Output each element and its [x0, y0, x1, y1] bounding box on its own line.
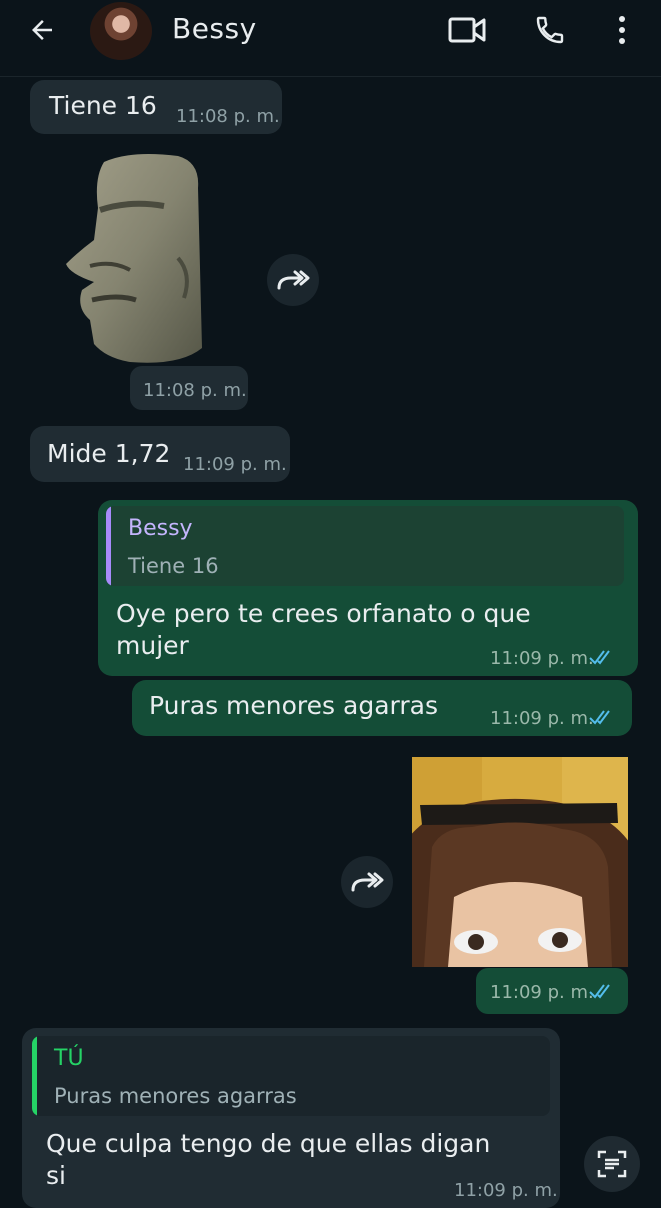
forward-icon — [351, 872, 384, 892]
selfie-image — [412, 757, 628, 967]
photo-message[interactable] — [412, 757, 628, 967]
outgoing-message[interactable]: Puras menores agarras 11:09 p. m. — [132, 680, 632, 736]
message-text-line: si — [46, 1161, 66, 1190]
photo-time: 11:09 p. m. — [476, 968, 628, 1014]
avatar[interactable] — [90, 2, 152, 60]
message-time: 11:08 p. m. — [176, 106, 280, 127]
incoming-message[interactable]: Tiene 16 11:08 p. m. — [30, 80, 282, 134]
voice-call-button[interactable] — [528, 10, 572, 50]
incoming-message[interactable]: TÚ Puras menores agarras Que culpa tengo… — [22, 1028, 560, 1208]
quoted-message[interactable]: Bessy Tiene 16 — [106, 506, 624, 586]
quote-bar — [106, 506, 111, 586]
chat-header: Bessy — [0, 0, 661, 77]
message-text-line: mujer — [116, 631, 189, 660]
quote-bar — [32, 1036, 37, 1116]
double-check-icon — [589, 984, 610, 999]
moai-sticker[interactable] — [60, 148, 220, 370]
message-time: 11:09 p. m. — [490, 982, 594, 1003]
quote-text: Tiene 16 — [128, 554, 219, 578]
sticker-time: 11:08 p. m. — [130, 366, 248, 410]
message-text-line: Oye pero te crees orfanato o que — [116, 599, 531, 628]
message-time: 11:09 p. m. — [454, 1180, 558, 1201]
message-time: 11:09 p. m. — [490, 648, 594, 669]
incoming-message[interactable]: Mide 1,72 11:09 p. m. — [30, 426, 290, 482]
quoted-message[interactable]: TÚ Puras menores agarras — [32, 1036, 550, 1116]
message-text-line: Que culpa tengo de que ellas digan — [46, 1129, 491, 1158]
message-time: 11:09 p. m. — [183, 454, 287, 475]
menu-button[interactable] — [604, 10, 640, 50]
scan-text-button[interactable] — [584, 1136, 640, 1192]
outgoing-message[interactable]: Bessy Tiene 16 Oye pero te crees orfanat… — [98, 500, 638, 676]
moai-statue-icon — [66, 154, 202, 363]
message-time: 11:09 p. m. — [490, 708, 594, 729]
double-check-icon — [589, 710, 610, 725]
message-text: Mide 1,72 — [47, 439, 171, 468]
phone-icon — [536, 16, 564, 44]
forward-icon — [277, 270, 310, 290]
message-text: Tiene 16 — [49, 91, 157, 120]
video-call-button[interactable] — [445, 10, 489, 50]
contact-name[interactable]: Bessy — [172, 12, 257, 45]
message-time: 11:08 p. m. — [143, 380, 247, 401]
quote-text: Puras menores agarras — [54, 1084, 297, 1108]
forward-button[interactable] — [341, 856, 393, 908]
arrow-left-icon — [32, 20, 52, 40]
quote-author: TÚ — [54, 1046, 84, 1071]
message-text: Puras menores agarras — [149, 691, 438, 720]
double-check-icon — [589, 650, 610, 665]
quote-author: Bessy — [128, 516, 193, 541]
forward-button[interactable] — [267, 254, 319, 306]
video-call-icon — [448, 17, 486, 43]
text-scan-icon — [597, 1150, 627, 1178]
back-button[interactable] — [20, 10, 64, 50]
more-vertical-icon — [619, 16, 625, 44]
